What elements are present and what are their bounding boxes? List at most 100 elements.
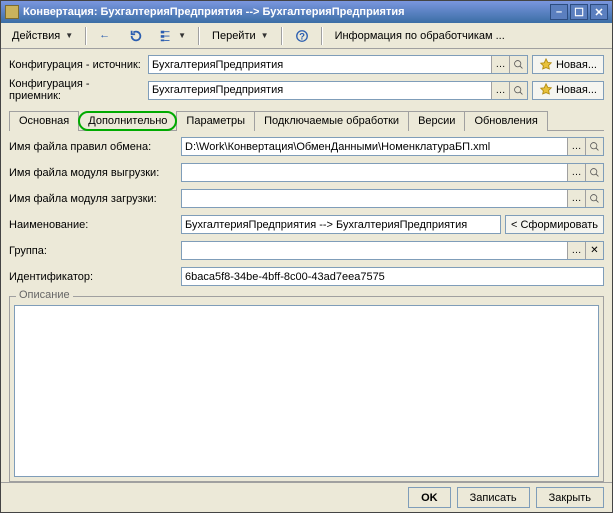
app-icon — [5, 5, 19, 19]
separator — [85, 27, 87, 45]
tab-params[interactable]: Параметры — [176, 111, 255, 131]
source-config-input[interactable]: … — [148, 55, 528, 74]
select-button[interactable]: … — [567, 190, 585, 207]
content: Конфигурация - источник: … Новая... Конф… — [1, 49, 612, 482]
search-icon — [589, 193, 600, 204]
import-module-field[interactable] — [182, 190, 567, 207]
target-config-input[interactable]: … — [148, 81, 528, 100]
group-field[interactable] — [182, 242, 567, 259]
new-source-button[interactable]: Новая... — [532, 55, 604, 74]
maximize-button[interactable]: ☐ — [570, 4, 588, 20]
actions-menu[interactable]: Действия ▼ — [5, 26, 80, 46]
chevron-down-icon: ▼ — [65, 31, 73, 40]
star-icon — [539, 58, 553, 72]
new-target-button[interactable]: Новая... — [532, 81, 604, 100]
group-row: Группа: … ✕ — [9, 241, 604, 260]
group-input[interactable]: … ✕ — [181, 241, 604, 260]
close-window-button[interactable]: ✕ — [590, 4, 608, 20]
id-label: Идентификатор: — [9, 271, 177, 283]
clear-button[interactable]: ✕ — [585, 242, 603, 259]
search-icon — [513, 85, 524, 96]
target-config-row: Конфигурация - приемник: … Новая... — [9, 78, 604, 102]
import-module-label: Имя файла модуля загрузки: — [9, 193, 177, 205]
import-module-input[interactable]: … — [181, 189, 604, 208]
name-label: Наименование: — [9, 219, 177, 231]
tab-versions[interactable]: Версии — [408, 111, 465, 131]
search-button[interactable] — [585, 164, 603, 181]
rules-file-label: Имя файла правил обмена: — [9, 141, 177, 153]
separator — [321, 27, 323, 45]
save-button[interactable]: Записать — [457, 487, 530, 508]
handlers-info-label: Информация по обработчикам ... — [335, 30, 505, 42]
id-input[interactable] — [181, 267, 604, 286]
export-module-label: Имя файла модуля выгрузки: — [9, 167, 177, 179]
help-icon: ? — [295, 29, 309, 43]
select-button[interactable]: … — [491, 56, 509, 73]
back-button[interactable]: ← — [92, 26, 120, 46]
import-module-row: Имя файла модуля загрузки: … — [9, 189, 604, 208]
select-button[interactable]: … — [567, 164, 585, 181]
footer: OK Записать Закрыть — [1, 482, 612, 512]
select-button[interactable]: … — [567, 138, 585, 155]
handlers-info-button[interactable]: Информация по обработчикам ... — [328, 26, 512, 46]
id-field[interactable] — [182, 268, 603, 285]
id-row: Идентификатор: — [9, 267, 604, 286]
select-button[interactable]: … — [491, 82, 509, 99]
description-legend: Описание — [16, 289, 73, 301]
tab-plugins[interactable]: Подключаемые обработки — [254, 111, 409, 131]
group-label: Группа: — [9, 245, 177, 257]
search-button[interactable] — [585, 190, 603, 207]
name-input[interactable] — [181, 215, 501, 234]
tab-additional[interactable]: Дополнительно — [78, 111, 177, 131]
description-textarea[interactable] — [14, 305, 599, 477]
minimize-button[interactable]: – — [550, 4, 568, 20]
search-button[interactable] — [509, 56, 527, 73]
tab-updates[interactable]: Обновления — [464, 111, 547, 131]
separator — [281, 27, 283, 45]
window: Конвертация: БухгалтерияПредприятия --> … — [0, 0, 613, 513]
description-fieldset: Описание — [9, 296, 604, 482]
tree-button[interactable]: ▼ — [152, 26, 193, 46]
tab-main[interactable]: Основная — [9, 111, 79, 131]
search-icon — [589, 167, 600, 178]
target-config-field[interactable] — [149, 82, 491, 99]
search-icon — [589, 141, 600, 152]
tabs: Основная Дополнительно Параметры Подключ… — [9, 110, 604, 131]
rules-file-field[interactable] — [182, 138, 567, 155]
refresh-button[interactable] — [122, 26, 150, 46]
titlebar: Конвертация: БухгалтерияПредприятия --> … — [1, 1, 612, 23]
ok-button[interactable]: OK — [408, 487, 451, 508]
form-rows: Имя файла правил обмена: … Имя файла мод… — [9, 137, 604, 290]
new-target-label: Новая... — [556, 84, 597, 96]
name-field[interactable] — [182, 216, 500, 233]
search-button[interactable] — [585, 138, 603, 155]
goto-label: Перейти — [212, 30, 256, 42]
export-module-field[interactable] — [182, 164, 567, 181]
goto-menu[interactable]: Перейти ▼ — [205, 26, 276, 46]
search-button[interactable] — [509, 82, 527, 99]
target-config-label: Конфигурация - приемник: — [9, 78, 144, 102]
export-module-row: Имя файла модуля выгрузки: … — [9, 163, 604, 182]
source-config-field[interactable] — [149, 56, 491, 73]
window-title: Конвертация: БухгалтерияПредприятия --> … — [23, 6, 548, 18]
chevron-down-icon: ▼ — [178, 31, 186, 40]
toolbar: Действия ▼ ← ▼ Перейти ▼ ? Информация по… — [1, 23, 612, 49]
arrow-left-icon: ← — [99, 29, 113, 43]
star-icon — [539, 83, 553, 97]
source-config-row: Конфигурация - источник: … Новая... — [9, 55, 604, 74]
search-icon — [513, 59, 524, 70]
chevron-down-icon: ▼ — [261, 31, 269, 40]
close-button[interactable]: Закрыть — [536, 487, 604, 508]
select-button[interactable]: … — [567, 242, 585, 259]
rules-file-input[interactable]: … — [181, 137, 604, 156]
help-button[interactable]: ? — [288, 26, 316, 46]
svg-text:?: ? — [299, 31, 305, 42]
form-button[interactable]: < Сформировать — [505, 215, 604, 234]
tree-icon — [159, 29, 173, 43]
export-module-input[interactable]: … — [181, 163, 604, 182]
actions-label: Действия — [12, 30, 60, 42]
separator — [198, 27, 200, 45]
new-source-label: Новая... — [556, 59, 597, 71]
rules-file-row: Имя файла правил обмена: … — [9, 137, 604, 156]
name-row: Наименование: < Сформировать — [9, 215, 604, 234]
